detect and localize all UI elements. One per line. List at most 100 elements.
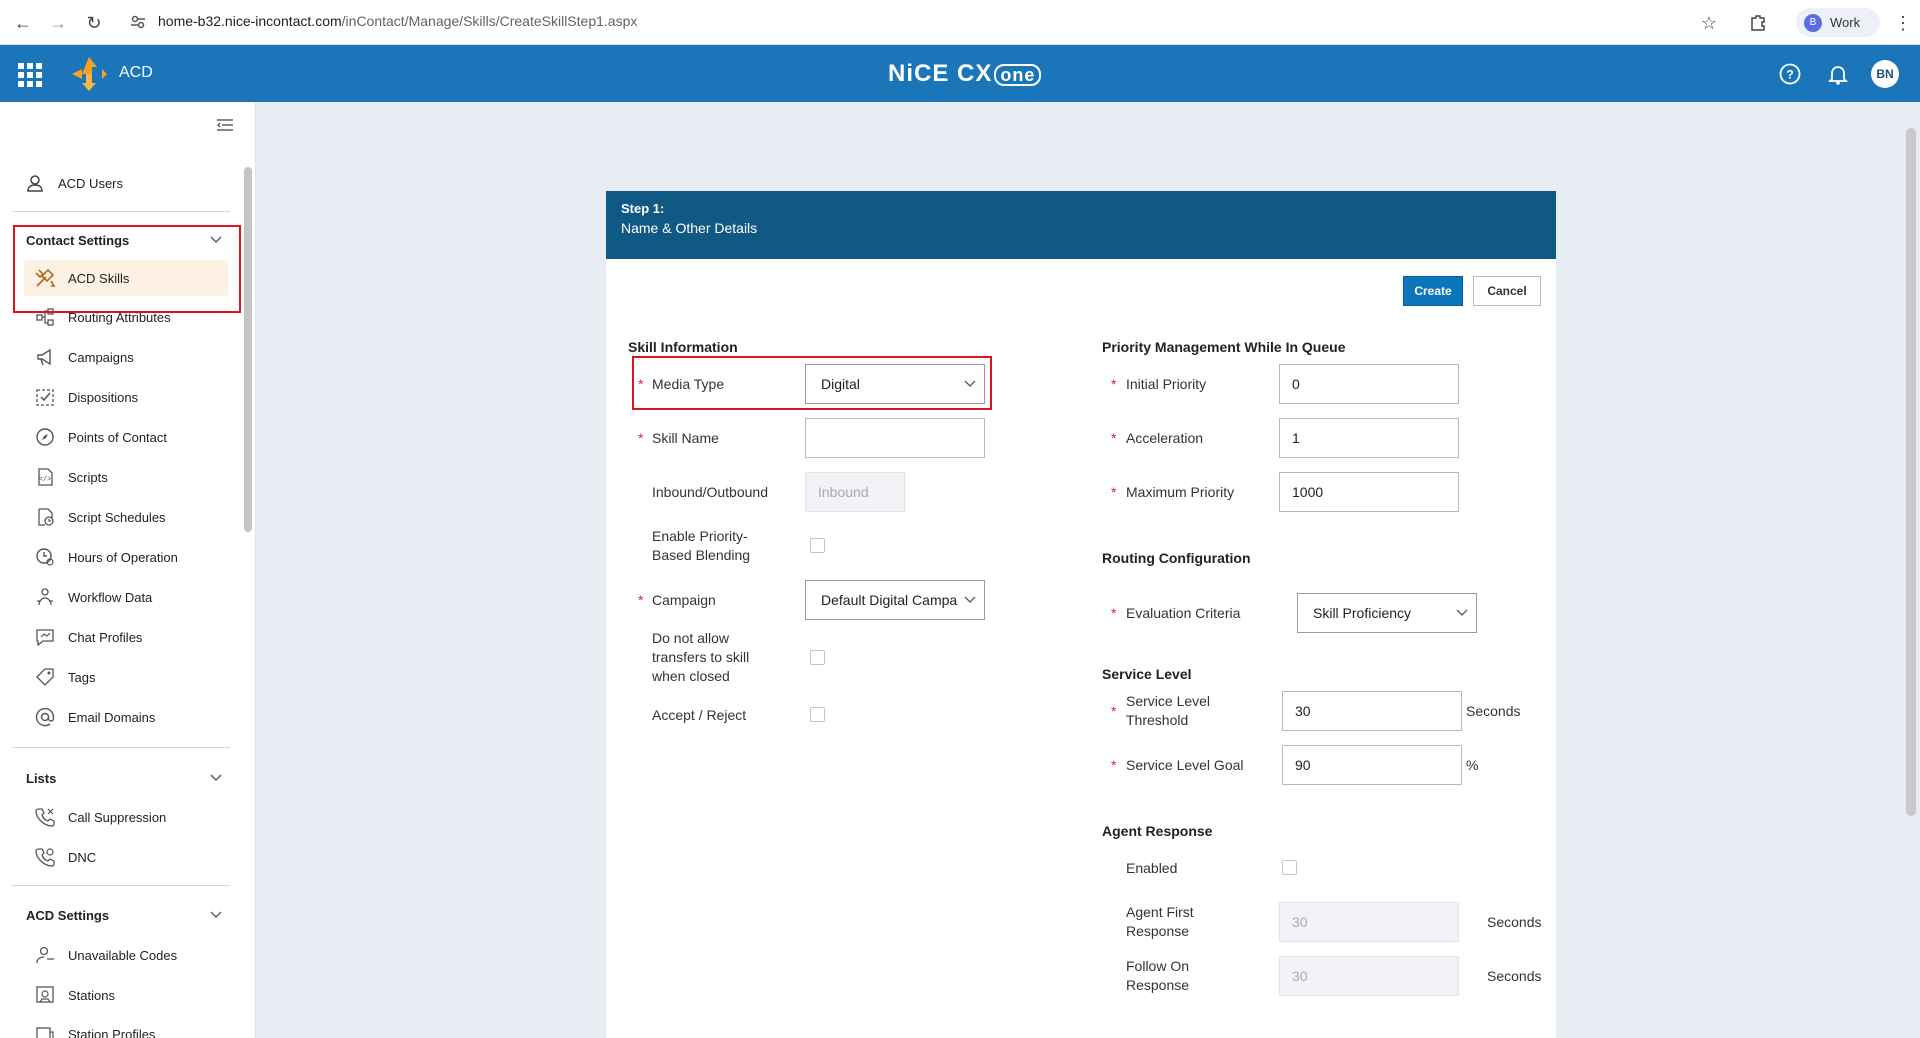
sidebar-item-label: Tags <box>68 669 96 685</box>
sidebar-item-label: Stations <box>68 987 115 1003</box>
acceleration-input[interactable]: 1 <box>1279 418 1459 458</box>
section-acd-settings[interactable]: ACD Settings <box>26 903 222 927</box>
acceleration-label: Acceleration <box>1126 430 1204 446</box>
sidebar-item-label: Points of Contact <box>68 429 167 445</box>
section-lists[interactable]: Lists <box>26 766 222 790</box>
notifications-bell-icon[interactable] <box>1826 62 1850 86</box>
sidebar: ACD Users Contact Settings ACD Skills Ro… <box>0 102 256 1038</box>
sidebar-item-label: Workflow Data <box>68 589 153 605</box>
sidebar-item-label: Unavailable Codes <box>68 947 178 963</box>
service-level-goal-input[interactable]: 90 <box>1282 745 1462 785</box>
agent-first-label-line2: Response <box>1126 923 1190 939</box>
extensions-icon[interactable] <box>1749 13 1767 31</box>
sidebar-item-dnc[interactable]: DNC <box>34 839 224 875</box>
chevron-down-icon <box>964 596 976 603</box>
browser-menu-icon[interactable]: ⋮ <box>1891 11 1915 35</box>
collapse-sidebar-icon[interactable] <box>216 118 234 132</box>
skill-name-input[interactable] <box>805 418 985 458</box>
site-info-icon[interactable] <box>130 14 146 30</box>
sidebar-item-acd-users[interactable]: ACD Users <box>24 165 228 201</box>
sidebar-item-label: Chat Profiles <box>68 629 143 645</box>
campaign-label: Campaign <box>652 592 716 608</box>
forward-icon[interactable]: → <box>46 11 70 35</box>
evaluation-criteria-value: Skill Proficiency <box>1313 605 1412 621</box>
goal-unit: % <box>1466 757 1479 773</box>
sidebar-item-tags[interactable]: Tags <box>34 659 224 695</box>
help-icon[interactable]: ? <box>1778 62 1802 86</box>
follow-on-response-input: 30 <box>1279 956 1459 996</box>
threshold-unit: Seconds <box>1466 703 1521 719</box>
station-profile-icon <box>34 1023 56 1038</box>
service-level-threshold-input[interactable]: 30 <box>1282 691 1462 731</box>
sidebar-item-script-schedules[interactable]: Script Schedules <box>34 499 224 535</box>
follow-on-label-line2: Response <box>1126 977 1190 993</box>
divider <box>12 747 230 748</box>
agent-first-unit: Seconds <box>1487 914 1542 930</box>
sidebar-item-hours-of-operation[interactable]: Hours of Operation <box>34 539 224 575</box>
sidebar-item-label: Station Profiles <box>68 1026 156 1038</box>
cancel-button[interactable]: Cancel <box>1473 276 1541 306</box>
profile-button[interactable]: B Work <box>1796 8 1880 37</box>
brand-main: NiCE CX <box>888 60 993 87</box>
priority-management-title: Priority Management While In Queue <box>1102 339 1346 355</box>
accept-reject-label: Accept / Reject <box>652 707 747 723</box>
sidebar-item-station-profiles[interactable]: Station Profiles <box>34 1016 224 1038</box>
sidebar-item-stations[interactable]: Stations <box>34 977 224 1013</box>
service-level-title: Service Level <box>1102 666 1192 682</box>
step-header: Step 1: Name & Other Details <box>606 191 1556 259</box>
sidebar-item-label: Dispositions <box>68 389 139 405</box>
sidebar-item-campaigns[interactable]: Campaigns <box>34 339 224 375</box>
app-name: ACD <box>119 64 153 81</box>
campaign-value: Default Digital Campa <box>821 592 958 608</box>
skill-name-label: Skill Name <box>652 430 719 446</box>
sidebar-item-chat-profiles[interactable]: Chat Profiles <box>34 619 224 655</box>
highlight-media-type <box>632 356 992 410</box>
sidebar-item-unavailable-codes[interactable]: Unavailable Codes <box>34 937 224 973</box>
agent-first-response-input: 30 <box>1279 902 1459 942</box>
section-label: ACD Settings <box>26 907 110 923</box>
service-level-goal-label: Service Level Goal <box>1126 757 1244 773</box>
evaluation-criteria-select[interactable]: Skill Proficiency <box>1297 593 1477 633</box>
bookmark-star-icon[interactable]: ☆ <box>1697 11 1721 35</box>
sidebar-item-label: ACD Users <box>58 175 124 191</box>
priority-blending-checkbox[interactable] <box>810 538 825 553</box>
sidebar-scrollbar[interactable] <box>244 167 252 532</box>
sidebar-item-scripts[interactable]: </> Scripts <box>34 459 224 495</box>
clock-icon <box>34 546 56 568</box>
campaign-select[interactable]: Default Digital Campa <box>805 580 985 620</box>
sidebar-item-call-suppression[interactable]: Call Suppression <box>34 799 224 835</box>
reload-icon[interactable]: ↻ <box>82 11 106 35</box>
initial-priority-input[interactable]: 0 <box>1279 364 1459 404</box>
nice-cxone-logo: NiCE CX one <box>888 60 1042 88</box>
inbound-outbound-field: Inbound <box>805 472 905 512</box>
user-avatar[interactable]: BN <box>1871 60 1899 88</box>
at-icon <box>34 706 56 728</box>
sidebar-item-points-of-contact[interactable]: Points of Contact <box>34 419 224 455</box>
chevron-down-icon <box>210 774 222 781</box>
sidebar-item-workflow-data[interactable]: Workflow Data <box>34 579 224 615</box>
step-title: Name & Other Details <box>621 220 758 236</box>
main-scrollbar[interactable] <box>1906 128 1916 816</box>
sidebar-item-email-domains[interactable]: Email Domains <box>34 699 224 735</box>
address-bar[interactable]: home-b32.nice-incontact.com/inContact/Ma… <box>158 13 637 29</box>
sidebar-item-dispositions[interactable]: Dispositions <box>34 379 224 415</box>
dispositions-icon <box>34 386 56 408</box>
url-path: /inContact/Manage/Skills/CreateSkillStep… <box>341 13 638 29</box>
app-launcher-icon[interactable] <box>18 63 42 87</box>
back-icon[interactable]: ← <box>11 11 35 35</box>
phone-block-icon <box>34 846 56 868</box>
threshold-label-line1: Service Level <box>1126 693 1211 709</box>
no-transfer-checkbox[interactable] <box>810 650 825 665</box>
script-schedule-icon <box>34 506 56 528</box>
maximum-priority-input[interactable]: 1000 <box>1279 472 1459 512</box>
brand-badge: one <box>994 64 1042 86</box>
chevron-down-icon <box>1456 609 1468 616</box>
agent-response-title: Agent Response <box>1102 823 1213 839</box>
accept-reject-checkbox[interactable] <box>810 707 825 722</box>
create-button[interactable]: Create <box>1403 276 1463 306</box>
routing-configuration-title: Routing Configuration <box>1102 550 1251 566</box>
step-number: Step 1: <box>621 201 665 216</box>
threshold-label-line2: Threshold <box>1126 712 1189 728</box>
agent-response-enabled-checkbox[interactable] <box>1282 860 1297 875</box>
sidebar-item-label: DNC <box>68 849 97 865</box>
